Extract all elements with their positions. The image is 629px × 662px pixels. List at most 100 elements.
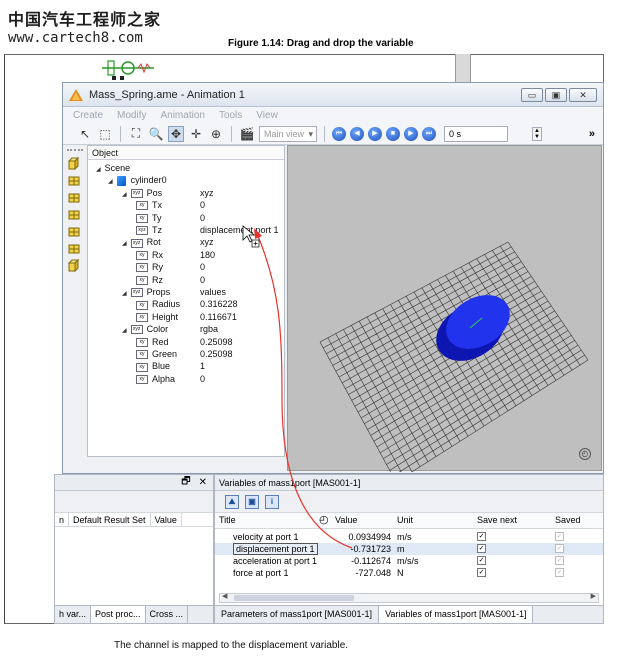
play-icon[interactable]: ▶ — [368, 126, 382, 141]
camera-icon[interactable]: 🎬 — [239, 126, 255, 142]
pin-icon[interactable]: 🗗 — [181, 474, 190, 491]
menu-modify[interactable]: Modify — [117, 110, 146, 121]
expand-arrow-icon[interactable]: ◢ — [108, 179, 113, 185]
variable-row[interactable]: displacement port 1 -0.731723 m ✓ ✓ — [215, 543, 603, 555]
tree-item[interactable]: ◢ xyz Rot — [122, 236, 161, 248]
scroll-thumb[interactable] — [234, 595, 354, 601]
fast-forward-icon[interactable]: ⏭ — [422, 126, 436, 141]
maximize-button[interactable]: ▣ — [545, 87, 567, 102]
expand-arrow-icon[interactable]: ◢ — [122, 192, 127, 198]
table-icon[interactable]: ▣ — [245, 494, 259, 509]
clock-icon[interactable]: ◴ — [579, 448, 591, 460]
tree-item[interactable]: ◢ xyz Pos — [122, 187, 162, 199]
cylinder-shape-icon[interactable] — [67, 174, 81, 187]
tab-cross[interactable]: Cross ... — [146, 606, 189, 623]
fit-view-icon[interactable]: ⛶ — [128, 126, 144, 142]
frame-shape-icon[interactable] — [67, 259, 81, 272]
tab-post-processing[interactable]: Post proc... — [91, 606, 146, 623]
tree-item[interactable]: xy Ty — [136, 212, 162, 224]
menu-animation[interactable]: Animation — [160, 110, 204, 121]
palette-grip[interactable] — [67, 149, 83, 153]
save-next-checkbox[interactable]: ✓ — [477, 532, 486, 541]
col-unit[interactable]: Unit — [397, 515, 413, 525]
variable-icon: xyz — [130, 325, 143, 335]
select-box-icon[interactable]: ⬚ — [97, 126, 113, 142]
rotate-view-icon[interactable]: ✥ — [168, 125, 184, 142]
col-saved[interactable]: Saved — [555, 515, 581, 525]
toolbar-separator — [324, 125, 325, 142]
step-forward-icon[interactable]: ▶ — [404, 126, 418, 141]
zoom-region-icon[interactable]: ⊕ — [208, 126, 224, 142]
stop-icon[interactable]: ■ — [386, 126, 400, 141]
toolbar: ↖ ⬚ ⛶ 🔍 ✥ ✛ ⊕ 🎬 Main view ⏮ ◀ ▶ ■ ▶ ⏭ 0 … — [63, 123, 603, 145]
plot-icon[interactable]: ⛰ — [225, 494, 239, 509]
variable-row[interactable]: force at port 1 -727.048 N ✓ ✓ — [215, 567, 603, 579]
watermark-url: www.cartech8.com — [8, 30, 143, 46]
col-value[interactable]: Value — [335, 515, 357, 525]
variable-row[interactable]: velocity at port 1 0.0934994 m/s ✓ ✓ — [215, 531, 603, 543]
save-next-checkbox[interactable]: ✓ — [477, 544, 486, 553]
tree-item[interactable]: xy Blue — [136, 360, 170, 372]
tree-item[interactable]: xy Ry — [136, 261, 163, 273]
expand-arrow-icon[interactable]: ◢ — [122, 328, 127, 334]
scroll-left-icon[interactable]: ◀ — [222, 592, 227, 600]
minimize-button[interactable]: ▭ — [521, 87, 543, 102]
menu-create[interactable]: Create — [73, 110, 103, 121]
tree-item-label: Scene — [104, 163, 131, 173]
tree-item-value: displacement port 1 — [200, 225, 279, 235]
rewind-icon[interactable]: ⏮ — [332, 126, 346, 141]
tab-parameters[interactable]: Parameters of mass1port [MAS001-1] — [215, 606, 380, 623]
variable-row[interactable]: acceleration at port 1 -0.112674 m/s/s ✓ ✓ — [215, 555, 603, 567]
grid-shape-icon[interactable] — [67, 242, 81, 255]
tree-item[interactable]: xy Rx — [136, 249, 163, 261]
tree-item[interactable]: ◢ cylinder0 — [108, 174, 167, 187]
window-titlebar[interactable]: Mass_Spring.ame - Animation 1 ▭ ▣ ✕ — [63, 83, 603, 107]
tree-item[interactable]: xy Height — [136, 311, 178, 323]
cone-shape-icon[interactable] — [67, 208, 81, 221]
col-save-next[interactable]: Save next — [477, 515, 517, 525]
plane-shape-icon[interactable] — [67, 225, 81, 238]
step-back-icon[interactable]: ◀ — [350, 126, 364, 141]
panel-close-icon[interactable]: ✕ — [199, 477, 207, 488]
tree-item[interactable]: xyz Tz — [136, 224, 162, 236]
tab-watch-variables[interactable]: h var... — [55, 606, 92, 623]
tree-item[interactable]: xy Rz — [136, 274, 163, 286]
tree-item[interactable]: xy Tx — [136, 199, 162, 211]
tree-item[interactable]: xy Green — [136, 348, 177, 360]
pan-icon[interactable]: ✛ — [188, 126, 204, 142]
toolbar-more-button[interactable]: » — [589, 128, 595, 140]
variable-icon: xy — [136, 362, 148, 372]
menu-view[interactable]: View — [256, 110, 278, 121]
expand-arrow-icon[interactable]: ◢ — [96, 167, 101, 173]
tree-item[interactable]: xy Radius — [136, 298, 180, 310]
time-spinner[interactable]: ▲ ▼ — [532, 126, 542, 141]
menu-tools[interactable]: Tools — [219, 110, 242, 121]
result-col-0[interactable]: n — [55, 513, 70, 526]
view-combo[interactable]: Main view — [259, 125, 317, 142]
col-title[interactable]: Title — [219, 515, 236, 525]
info-icon[interactable]: i — [265, 494, 279, 509]
tree-item[interactable]: xy Red — [136, 336, 169, 348]
result-col-default[interactable]: Default Result Set — [69, 513, 151, 526]
sphere-shape-icon[interactable] — [67, 191, 81, 204]
tree-item[interactable]: xy Alpha — [136, 373, 175, 385]
save-next-checkbox[interactable]: ✓ — [477, 556, 486, 565]
result-col-value[interactable]: Value — [151, 513, 182, 526]
zoom-icon[interactable]: 🔍 — [148, 126, 164, 142]
tree-item-label: Blue — [152, 361, 171, 372]
tree-item[interactable]: ◢ xyz Color — [122, 323, 168, 335]
tree-item-value: values — [200, 287, 227, 297]
expand-arrow-icon[interactable]: ◢ — [122, 291, 127, 297]
expand-arrow-icon[interactable]: ◢ — [122, 241, 127, 247]
save-next-checkbox[interactable]: ✓ — [477, 568, 486, 577]
3d-viewport[interactable]: ◴ — [287, 145, 602, 483]
scroll-right-icon[interactable]: ▶ — [591, 592, 596, 600]
tree-item[interactable]: ◢ xyz Props — [122, 286, 170, 298]
tree-item[interactable]: ◢ Scene — [96, 162, 130, 174]
pointer-icon[interactable]: ↖ — [77, 126, 93, 142]
cube-shape-icon[interactable] — [67, 157, 81, 170]
tab-variables[interactable]: Variables of mass1port [MAS001-1] — [379, 606, 534, 623]
close-button[interactable]: ✕ — [569, 87, 597, 102]
horizontal-scrollbar[interactable]: ◀ ▶ — [219, 593, 599, 603]
time-field[interactable]: 0 s — [444, 125, 508, 142]
